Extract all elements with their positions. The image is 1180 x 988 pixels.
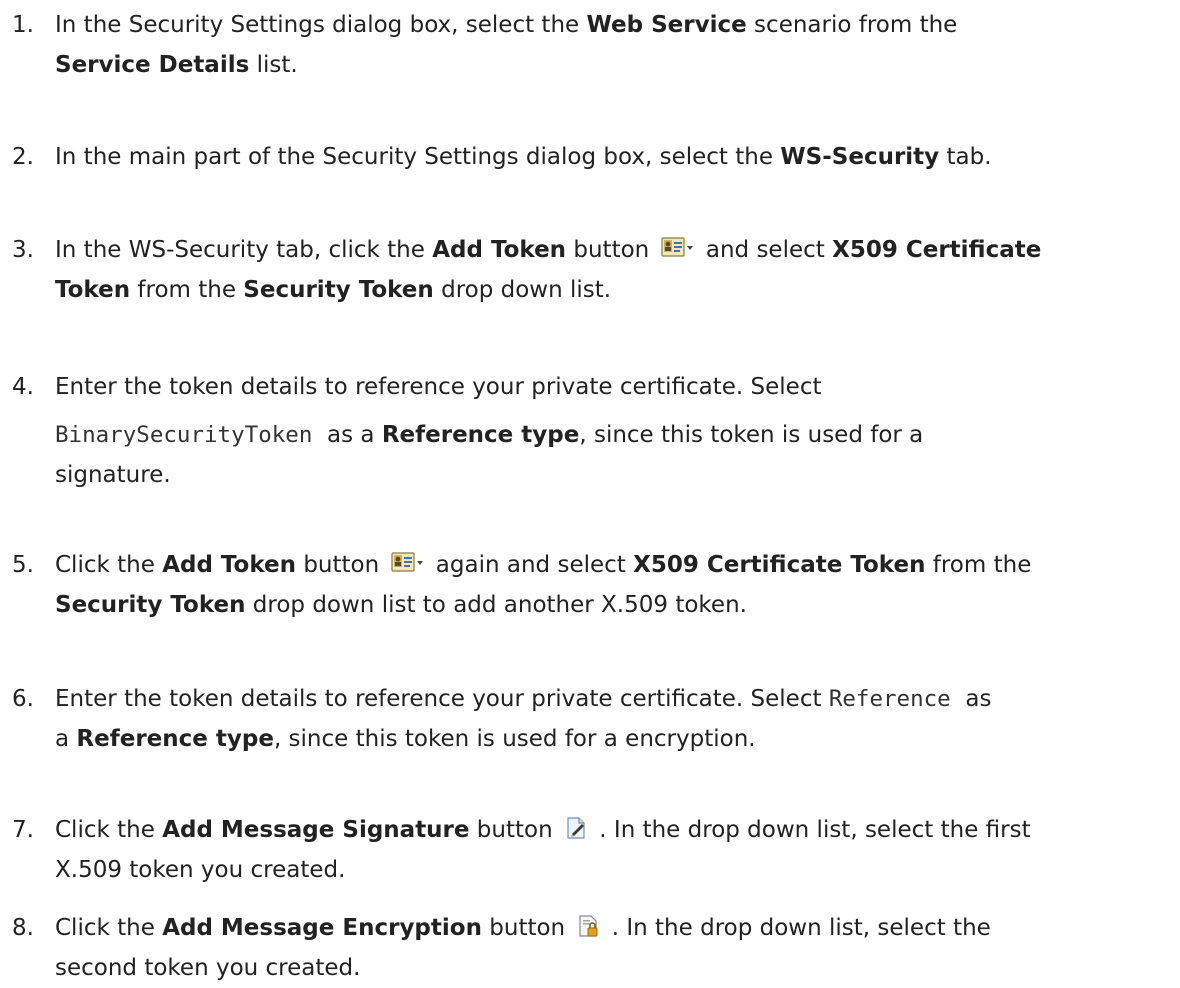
step-line: Click the Add Message Encryption button … [55, 908, 991, 948]
text-run: and select [698, 237, 833, 263]
step-line: Token from the Security Token drop down … [55, 270, 611, 310]
step-number: 1. [12, 12, 34, 38]
step-number: 4. [12, 374, 34, 400]
step-number: 5. [12, 552, 34, 578]
text-run: from the [925, 552, 1032, 578]
ui-term: Reference type [381, 422, 580, 448]
step-line: In the main part of the Security Setting… [55, 137, 992, 177]
step-line: a Reference type, since this token is us… [55, 719, 756, 759]
text-run: . In the drop down list, select the [604, 915, 991, 941]
ui-term: Add Message Signature [162, 817, 470, 843]
text-run: button [481, 915, 573, 941]
step-line: X.509 token you created. [55, 850, 345, 890]
text-run: Click the [55, 552, 163, 578]
ui-term: X509 Certificate [832, 237, 1042, 263]
ui-term: Add Token [162, 552, 297, 578]
text-run: signature. [55, 462, 171, 488]
step-line: Click the Add Message Signature button .… [55, 810, 1031, 850]
step-line: Security Token drop down list to add ano… [55, 585, 747, 625]
text-run: button [566, 237, 657, 263]
step-line: In the Security Settings dialog box, sel… [55, 5, 957, 45]
ui-term: WS-Security [780, 144, 940, 170]
step-number: 6. [12, 686, 34, 712]
ui-term: Add Token [432, 237, 567, 263]
text-run: button [469, 817, 560, 843]
add-encryption-icon [576, 914, 600, 938]
text-run: In the main part of the Security Setting… [55, 144, 781, 170]
text-run: In the Security Settings dialog box, sel… [55, 12, 587, 38]
ui-term: Security Token [55, 592, 246, 618]
text-run: tab. [939, 144, 992, 170]
text-run: Enter the token details to reference you… [55, 374, 822, 400]
step-line: signature. [55, 455, 171, 495]
ui-term: Reference type [76, 726, 274, 752]
text-run: , since this token is used for a [579, 422, 924, 448]
text-run: again and select [428, 552, 634, 578]
ui-term: X509 Certificate Token [633, 552, 926, 578]
step-number: 2. [12, 144, 34, 170]
step-line: Service Details list. [55, 45, 298, 85]
step-number: 7. [12, 817, 34, 843]
text-run: , since this token is used for a encrypt… [273, 726, 756, 752]
text-run: Click the [55, 915, 163, 941]
step-line: BinarySecurityToken as a Reference type,… [55, 415, 923, 455]
text-run: as a [312, 422, 382, 448]
text-run: as [950, 686, 992, 712]
text-run: scenario from the [746, 12, 958, 38]
code-value: Reference [828, 686, 951, 712]
add-token-icon [660, 236, 695, 260]
add-token-icon [390, 551, 425, 575]
text-run: X.509 token you created. [55, 857, 346, 883]
code-value: BinarySecurityToken [55, 422, 313, 448]
step-line: Enter the token details to reference you… [55, 679, 991, 719]
add-signature-icon [564, 816, 588, 840]
text-run: Click the [55, 817, 163, 843]
step-line: In the WS-Security tab, click the Add To… [55, 230, 1041, 270]
text-run: Enter the token details to reference you… [55, 686, 829, 712]
step-line: Click the Add Token button again and sel… [55, 545, 1031, 585]
text-run: In the WS-Security tab, click the [55, 237, 433, 263]
step-number: 8. [12, 915, 34, 941]
text-run: drop down list to add another X.509 toke… [245, 592, 747, 618]
ui-term: Web Service [586, 12, 747, 38]
text-run: second token you created. [55, 955, 361, 981]
step-line: second token you created. [55, 948, 360, 988]
ui-term: Service Details [55, 52, 250, 78]
text-run: list. [249, 52, 298, 78]
text-run: from the [130, 277, 244, 303]
text-run: button [296, 552, 387, 578]
step-line: Enter the token details to reference you… [55, 367, 822, 407]
text-run: drop down list. [433, 277, 612, 303]
text-run: a [55, 726, 77, 752]
ui-term: Token [55, 277, 131, 303]
text-run: . In the drop down list, select the firs… [591, 817, 1031, 843]
ui-term: Security Token [243, 277, 434, 303]
step-number: 3. [12, 237, 34, 263]
ui-term: Add Message Encryption [162, 915, 482, 941]
